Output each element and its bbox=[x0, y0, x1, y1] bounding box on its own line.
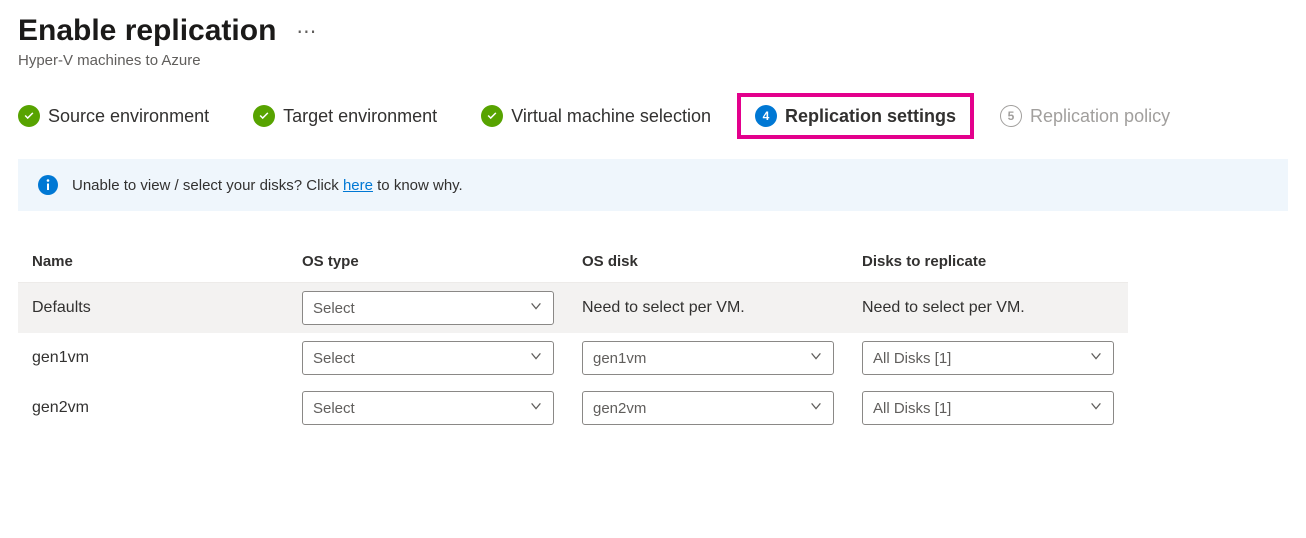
step-label: Virtual machine selection bbox=[511, 106, 711, 127]
col-header-disks: Disks to replicate bbox=[848, 241, 1128, 283]
select-value: gen1vm bbox=[593, 350, 646, 367]
check-icon bbox=[18, 105, 40, 127]
select-value: Select bbox=[313, 400, 355, 417]
os-type-select[interactable]: Select bbox=[302, 341, 554, 375]
select-value: All Disks [1] bbox=[873, 350, 951, 367]
info-banner: Unable to view / select your disks? Clic… bbox=[18, 159, 1288, 211]
cell-disks: Need to select per VM. bbox=[848, 283, 1128, 333]
cell-os-disk: Need to select per VM. bbox=[568, 283, 848, 333]
step-label: Source environment bbox=[48, 106, 209, 127]
cell-name: gen2vm bbox=[18, 383, 288, 433]
replication-table: Name OS type OS disk Disks to replicate … bbox=[18, 241, 1288, 433]
step-vm-selection[interactable]: Virtual machine selection bbox=[481, 105, 711, 127]
step-target-environment[interactable]: Target environment bbox=[253, 105, 437, 127]
page-title: Enable replication bbox=[18, 14, 276, 48]
page-subtitle: Hyper-V machines to Azure bbox=[18, 52, 1288, 69]
chevron-down-icon bbox=[1089, 349, 1103, 367]
step-number-icon: 4 bbox=[755, 105, 777, 127]
chevron-down-icon bbox=[809, 399, 823, 417]
chevron-down-icon bbox=[809, 349, 823, 367]
info-icon bbox=[38, 175, 58, 195]
chevron-down-icon bbox=[529, 299, 543, 317]
chevron-down-icon bbox=[529, 399, 543, 417]
step-replication-settings[interactable]: 4 Replication settings bbox=[737, 93, 974, 139]
more-actions-button[interactable]: ⋯ bbox=[296, 19, 318, 44]
os-disk-select[interactable]: gen1vm bbox=[582, 341, 834, 375]
disks-select[interactable]: All Disks [1] bbox=[862, 391, 1114, 425]
col-header-os-disk: OS disk bbox=[568, 241, 848, 283]
chevron-down-icon bbox=[1089, 399, 1103, 417]
step-number-icon: 5 bbox=[1000, 105, 1022, 127]
info-text-post: to know why. bbox=[373, 177, 463, 194]
check-icon bbox=[253, 105, 275, 127]
os-type-select[interactable]: Select bbox=[302, 291, 554, 325]
select-value: All Disks [1] bbox=[873, 400, 951, 417]
info-text: Unable to view / select your disks? Clic… bbox=[72, 177, 463, 194]
cell-name: gen1vm bbox=[18, 333, 288, 383]
os-disk-select[interactable]: gen2vm bbox=[582, 391, 834, 425]
os-type-select[interactable]: Select bbox=[302, 391, 554, 425]
cell-name: Defaults bbox=[18, 283, 288, 333]
step-replication-policy[interactable]: 5 Replication policy bbox=[1000, 105, 1170, 127]
col-header-name: Name bbox=[18, 241, 288, 283]
chevron-down-icon bbox=[529, 349, 543, 367]
col-header-os-type: OS type bbox=[288, 241, 568, 283]
step-source-environment[interactable]: Source environment bbox=[18, 105, 209, 127]
step-label: Replication policy bbox=[1030, 106, 1170, 127]
info-link[interactable]: here bbox=[343, 177, 373, 194]
step-label: Replication settings bbox=[785, 106, 956, 127]
step-label: Target environment bbox=[283, 106, 437, 127]
wizard-steps: Source environment Target environment Vi… bbox=[18, 105, 1288, 127]
select-value: Select bbox=[313, 300, 355, 317]
disks-select[interactable]: All Disks [1] bbox=[862, 341, 1114, 375]
select-value: Select bbox=[313, 350, 355, 367]
check-icon bbox=[481, 105, 503, 127]
select-value: gen2vm bbox=[593, 400, 646, 417]
info-text-pre: Unable to view / select your disks? Clic… bbox=[72, 177, 343, 194]
